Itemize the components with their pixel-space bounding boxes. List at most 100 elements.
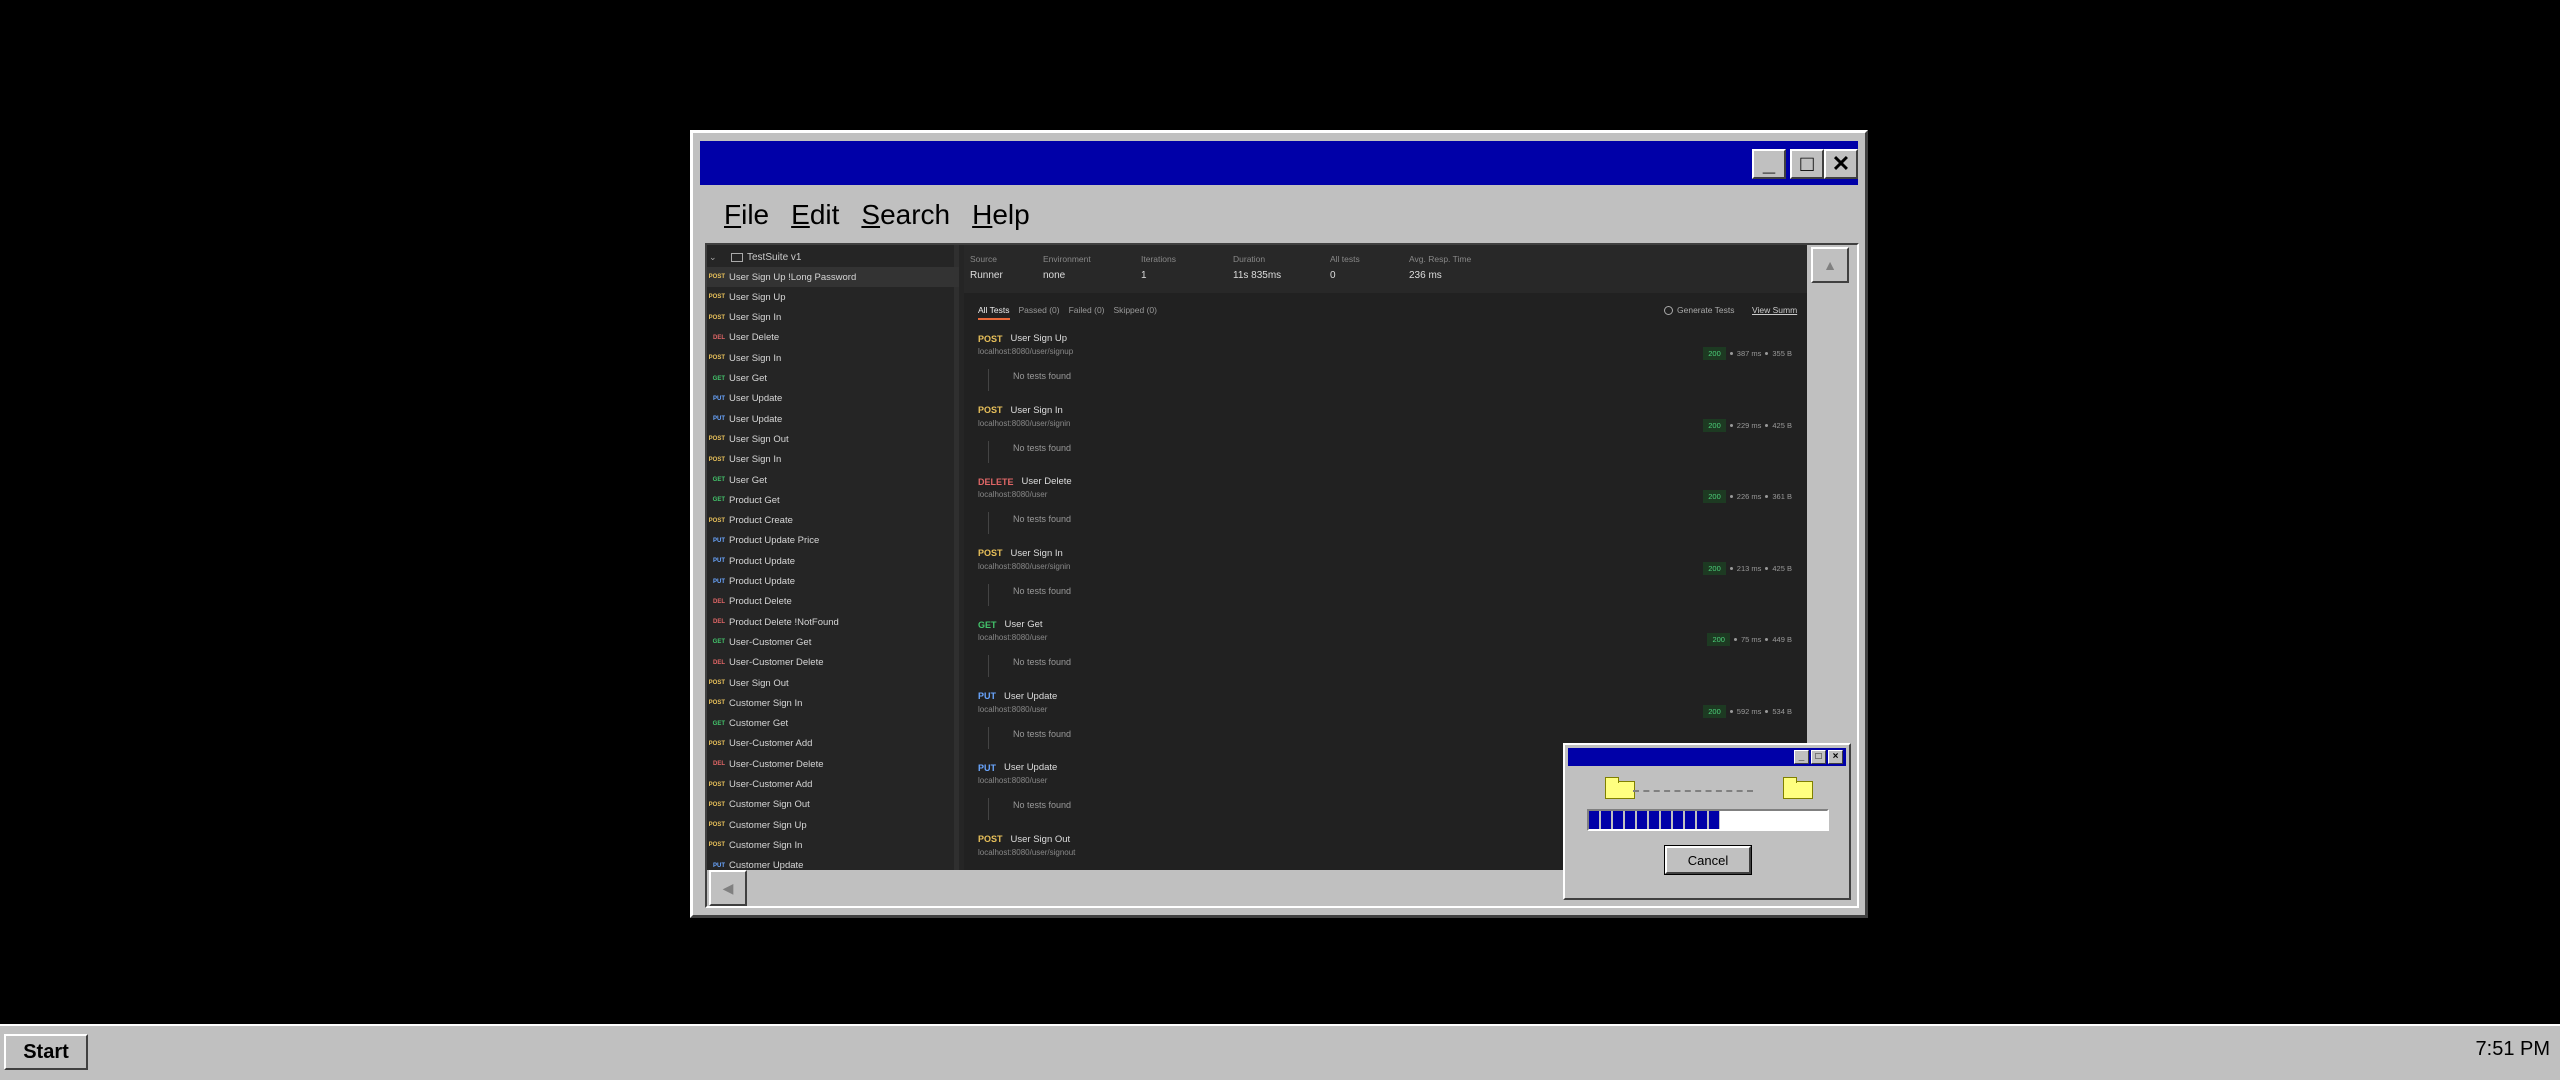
menu-edit[interactable]: Edit — [791, 199, 839, 231]
chevron-down-icon[interactable]: ⌄ — [709, 252, 719, 263]
request-url: localhost:8080/user — [978, 633, 1048, 642]
sidebar-item[interactable]: POST Product Create — [707, 511, 959, 531]
minimize-button[interactable]: _ — [1752, 149, 1786, 179]
sidebar-item-label: Customer Sign In — [729, 839, 803, 851]
scroll-up-button[interactable]: ▲ — [1811, 247, 1849, 283]
sidebar-item-label: User Get — [729, 373, 768, 384]
sidebar-item[interactable]: GET User Get — [707, 369, 959, 389]
dialog-minimize-button[interactable]: _ — [1794, 750, 1809, 764]
response-summary: 200 229 ms 425 B — [1703, 418, 1792, 432]
sidebar-item[interactable]: PUT Product Update Price — [707, 531, 959, 551]
sidebar-item-label: User Update — [729, 413, 783, 425]
sidebar-item-label: User-Customer Get — [729, 636, 812, 648]
request-method: POST — [978, 834, 1003, 844]
method-badge: POST — [708, 781, 725, 788]
sidebar-item[interactable]: POST User Sign In — [707, 450, 959, 470]
tab-all-tests[interactable]: All Tests — [978, 305, 1010, 320]
progress-dialog: _ □ × Cancel — [1563, 743, 1851, 900]
sidebar-item-label: User Sign Out — [729, 433, 789, 445]
sidebar-item[interactable]: PUT Product Update — [707, 551, 959, 571]
request-result[interactable]: DELETE User Delete localhost:8080/user No t… — [978, 476, 1798, 546]
sidebar-item[interactable]: POST User Sign In — [707, 348, 959, 368]
method-badge: DEL — [713, 761, 725, 768]
dialog-title-bar[interactable]: _ □ × — [1568, 748, 1846, 766]
stat-label: Duration — [1233, 254, 1266, 264]
sidebar-item[interactable]: DEL User Delete — [707, 328, 959, 348]
close-button[interactable]: ✕ — [1824, 149, 1858, 179]
request-method: POST — [978, 333, 1003, 344]
sidebar-item[interactable]: PUT Product Update — [707, 572, 959, 592]
request-result[interactable]: POST User Sign In localhost:8080/user/sign… — [978, 405, 1798, 475]
method-badge: POST — [708, 355, 725, 362]
sidebar-item[interactable]: GET User-Customer Get — [707, 632, 959, 652]
cancel-button[interactable]: Cancel — [1664, 845, 1752, 875]
scroll-left-button[interactable]: ◀ — [709, 870, 747, 906]
sidebar-item-label: Product Update — [729, 555, 796, 567]
sidebar-item[interactable]: DEL User-Customer Delete — [707, 653, 959, 673]
menu-file[interactable]: File — [724, 199, 769, 231]
sidebar-item[interactable]: POST Customer Sign Up — [707, 815, 959, 835]
view-summary-link[interactable]: View Summ — [1752, 305, 1797, 315]
sidebar-item[interactable]: GET User Get — [707, 470, 959, 490]
no-tests-message: No tests found — [988, 440, 1071, 463]
stat-iterations: Iterations 1 — [1141, 254, 1176, 281]
sidebar-item[interactable]: POST User Sign In — [707, 308, 959, 328]
method-badge: PUT — [713, 416, 725, 423]
method-badge: GET — [712, 720, 725, 727]
tab-failed[interactable]: Failed (0) — [1069, 305, 1105, 320]
title-bar[interactable]: _ □ ✕ — [700, 141, 1858, 185]
no-tests-message: No tests found — [988, 583, 1071, 606]
generate-tests-button[interactable]: Generate Tests — [1664, 305, 1735, 315]
method-badge: PUT — [713, 558, 725, 565]
sidebar-item[interactable]: POST Customer Sign In — [707, 835, 959, 855]
tree-root[interactable]: ⌄ TestSuite v1 — [707, 247, 959, 267]
method-badge: DEL — [713, 659, 725, 666]
separator-dot — [1733, 638, 1737, 641]
stat-label: All tests — [1330, 254, 1360, 264]
sidebar-item[interactable]: DEL Product Delete — [707, 592, 959, 612]
sidebar-item-label: Customer Update — [729, 860, 804, 870]
method-badge: POST — [708, 700, 725, 707]
request-result[interactable]: POST User Sign In localhost:8080/user/sign… — [978, 548, 1798, 618]
sidebar-item[interactable]: GET Product Get — [707, 490, 959, 510]
status-code-badge: 200 — [1703, 490, 1726, 503]
method-badge: POST — [708, 274, 725, 280]
method-badge: POST — [708, 456, 725, 463]
stat-value: 0 — [1330, 270, 1336, 281]
sidebar-item[interactable]: PUT User Update — [707, 409, 959, 429]
sidebar-item[interactable]: POST User Sign Out — [707, 673, 959, 693]
method-badge: POST — [708, 314, 725, 321]
sidebar-item[interactable]: PUT User Update — [707, 389, 959, 409]
sidebar-item[interactable]: POST Customer Sign Out — [707, 795, 959, 815]
sidebar-item[interactable]: POST Customer Sign In — [707, 693, 959, 713]
generate-icon — [1664, 305, 1673, 315]
sidebar-item[interactable]: POST User Sign Up — [707, 287, 959, 307]
menu-search[interactable]: Search — [861, 199, 950, 231]
sidebar-item[interactable]: POST User Sign Out — [707, 429, 959, 449]
dialog-close-button[interactable]: × — [1828, 750, 1843, 764]
request-result[interactable]: GET User Get localhost:8080/user No tests f… — [978, 619, 1798, 689]
sidebar-item[interactable]: POST User-Customer Add — [707, 775, 959, 795]
separator-dot — [1765, 566, 1769, 570]
tab-skipped[interactable]: Skipped (0) — [1114, 305, 1157, 320]
sidebar-item[interactable]: PUT Customer Update — [707, 856, 959, 870]
method-badge: DEL — [713, 334, 725, 341]
progress-fill — [1589, 811, 1720, 829]
sidebar-item-label: Product Delete !NotFound — [729, 616, 839, 628]
sidebar-item-label: User-Customer Delete — [729, 758, 824, 770]
dialog-maximize-button[interactable]: □ — [1811, 750, 1826, 764]
sidebar-item[interactable]: DEL User-Customer Delete — [707, 754, 959, 774]
request-result[interactable]: POST User Sign Up localhost:8080/user/sign… — [978, 333, 1798, 403]
method-badge: DEL — [713, 598, 725, 605]
response-size: 355 B — [1772, 349, 1792, 358]
sidebar-item[interactable]: POST User Sign Up !Long Password — [707, 267, 959, 287]
response-time: 592 ms — [1736, 706, 1762, 716]
start-button[interactable]: Start — [4, 1034, 88, 1070]
method-badge: GET — [712, 497, 725, 504]
tab-passed[interactable]: Passed (0) — [1019, 305, 1060, 320]
menu-help[interactable]: Help — [972, 199, 1030, 231]
sidebar-item[interactable]: DEL Product Delete !NotFound — [707, 612, 959, 632]
sidebar-item[interactable]: GET Customer Get — [707, 714, 959, 734]
sidebar-item[interactable]: POST User-Customer Add — [707, 734, 959, 754]
maximize-button[interactable]: □ — [1790, 149, 1824, 179]
